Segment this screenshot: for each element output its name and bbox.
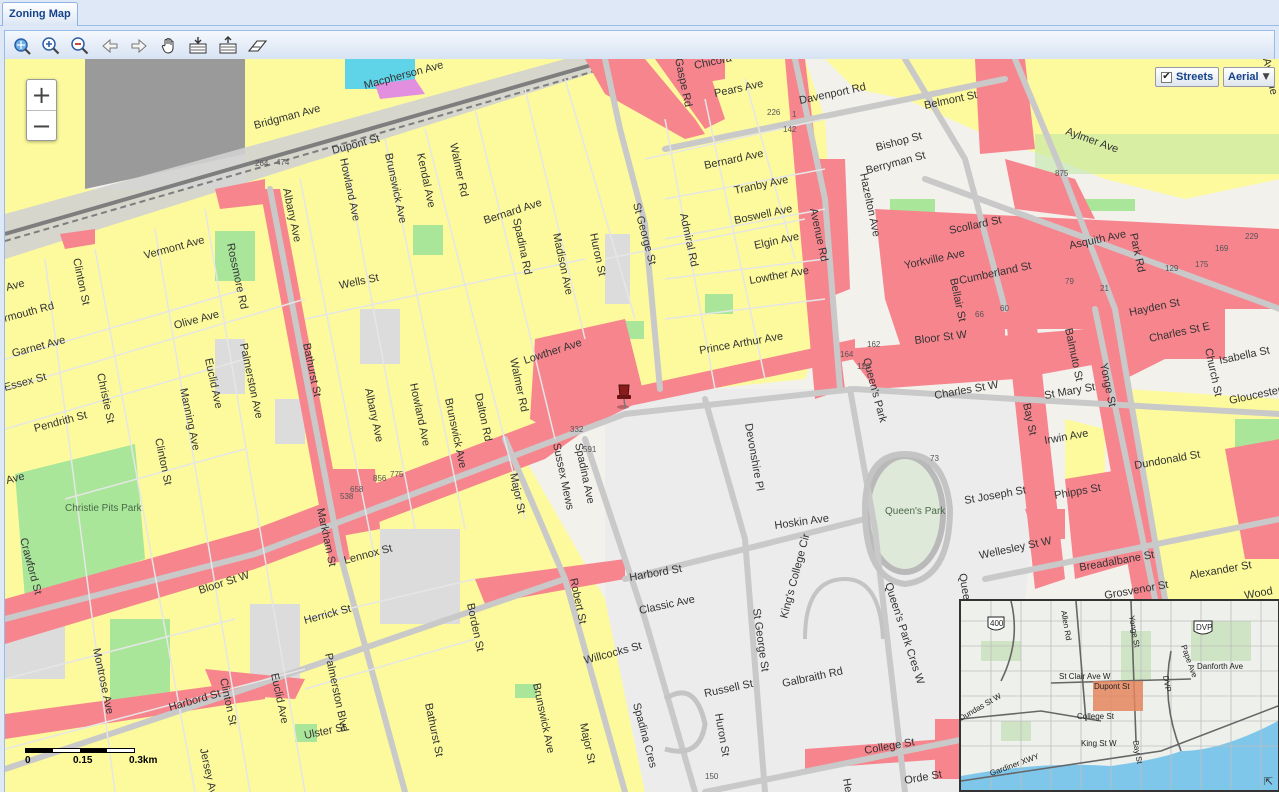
svg-text:856: 856 xyxy=(373,474,387,483)
svg-text:264: 264 xyxy=(255,159,269,168)
svg-text:162: 162 xyxy=(867,340,881,349)
eraser-icon[interactable] xyxy=(246,35,268,57)
chevron-down-icon: ▼ xyxy=(1262,72,1270,82)
zoom-out-icon[interactable] xyxy=(69,35,91,57)
svg-text:229: 229 xyxy=(1245,232,1259,241)
svg-text:332: 332 xyxy=(570,425,584,434)
zoom-in-icon[interactable] xyxy=(40,35,62,57)
identify-extent-icon[interactable] xyxy=(217,35,239,57)
pan-hand-icon[interactable] xyxy=(158,35,180,57)
back-icon[interactable] xyxy=(99,35,121,57)
streets-toggle[interactable]: ✔ Streets xyxy=(1155,67,1220,87)
scale-bar: 0 0.15 0.3km xyxy=(25,744,185,768)
streets-label: Streets xyxy=(1176,71,1214,83)
aerial-label: Aerial xyxy=(1228,71,1259,83)
svg-text:129: 129 xyxy=(1165,264,1179,273)
svg-text:126: 126 xyxy=(857,362,871,371)
scale-label-mid: 0.15 xyxy=(73,755,93,766)
svg-text:474: 474 xyxy=(276,158,290,167)
dvp-shield-icon: DVP xyxy=(1193,620,1213,635)
scale-label-end: 0.3km xyxy=(129,755,158,766)
overview-map[interactable]: 400 DVP Allen Rd Yonge St DVP St Clair A… xyxy=(959,599,1279,792)
scale-label-0: 0 xyxy=(25,755,31,766)
svg-text:1: 1 xyxy=(792,110,797,119)
svg-text:21: 21 xyxy=(1100,284,1109,293)
svg-text:400: 400 xyxy=(990,619,1004,628)
svg-text:66: 66 xyxy=(975,310,984,319)
svg-text:79: 79 xyxy=(1065,277,1074,286)
svg-text:College St: College St xyxy=(1077,712,1115,721)
zoom-control: + − xyxy=(26,79,57,141)
svg-text:591: 591 xyxy=(583,445,597,454)
svg-text:164: 164 xyxy=(840,350,854,359)
zoom-in-button[interactable]: + xyxy=(27,80,56,110)
svg-text:Dupont St: Dupont St xyxy=(1094,682,1130,691)
svg-text:60: 60 xyxy=(1000,304,1009,313)
svg-text:175: 175 xyxy=(1195,260,1209,269)
scale-bar-graphic xyxy=(25,748,135,753)
zoom-out-button[interactable]: − xyxy=(27,110,56,140)
forward-icon[interactable] xyxy=(128,35,150,57)
overview-map-layer: 400 DVP Allen Rd Yonge St DVP St Clair A… xyxy=(961,601,1278,790)
svg-text:Christie Pits Park: Christie Pits Park xyxy=(65,503,143,514)
svg-text:DVP: DVP xyxy=(1196,623,1212,632)
zoning-map-canvas[interactable]: Bloor St W Bloor St W Harbord St Harbord… xyxy=(4,59,1279,792)
aerial-dropdown[interactable]: Aerial ▼ xyxy=(1223,67,1275,87)
overview-resize-icon[interactable]: ⇱ xyxy=(1264,776,1276,788)
svg-text:226: 226 xyxy=(767,108,781,117)
map-toolbar xyxy=(4,30,1275,59)
svg-text:658: 658 xyxy=(350,485,364,494)
highway-400-shield-icon: 400 xyxy=(987,616,1005,631)
svg-text:875: 875 xyxy=(1055,169,1069,178)
svg-text:King St W: King St W xyxy=(1081,739,1117,748)
tab-zoning-map[interactable]: Zoning Map xyxy=(2,2,78,26)
streets-checkbox[interactable]: ✔ xyxy=(1161,71,1172,83)
svg-text:169: 169 xyxy=(1215,244,1229,253)
tab-bar: Zoning Map xyxy=(0,0,1279,26)
svg-text:73: 73 xyxy=(930,454,939,463)
svg-text:St Clair Ave W: St Clair Ave W xyxy=(1059,672,1111,681)
svg-text:Queen's Park: Queen's Park xyxy=(885,506,946,517)
svg-text:150: 150 xyxy=(705,772,719,781)
svg-text:775: 775 xyxy=(390,470,404,479)
full-extent-icon[interactable] xyxy=(11,35,33,57)
svg-text:142: 142 xyxy=(783,125,797,134)
svg-text:Danforth Ave: Danforth Ave xyxy=(1197,662,1244,671)
identify-zoom-icon[interactable] xyxy=(187,35,209,57)
